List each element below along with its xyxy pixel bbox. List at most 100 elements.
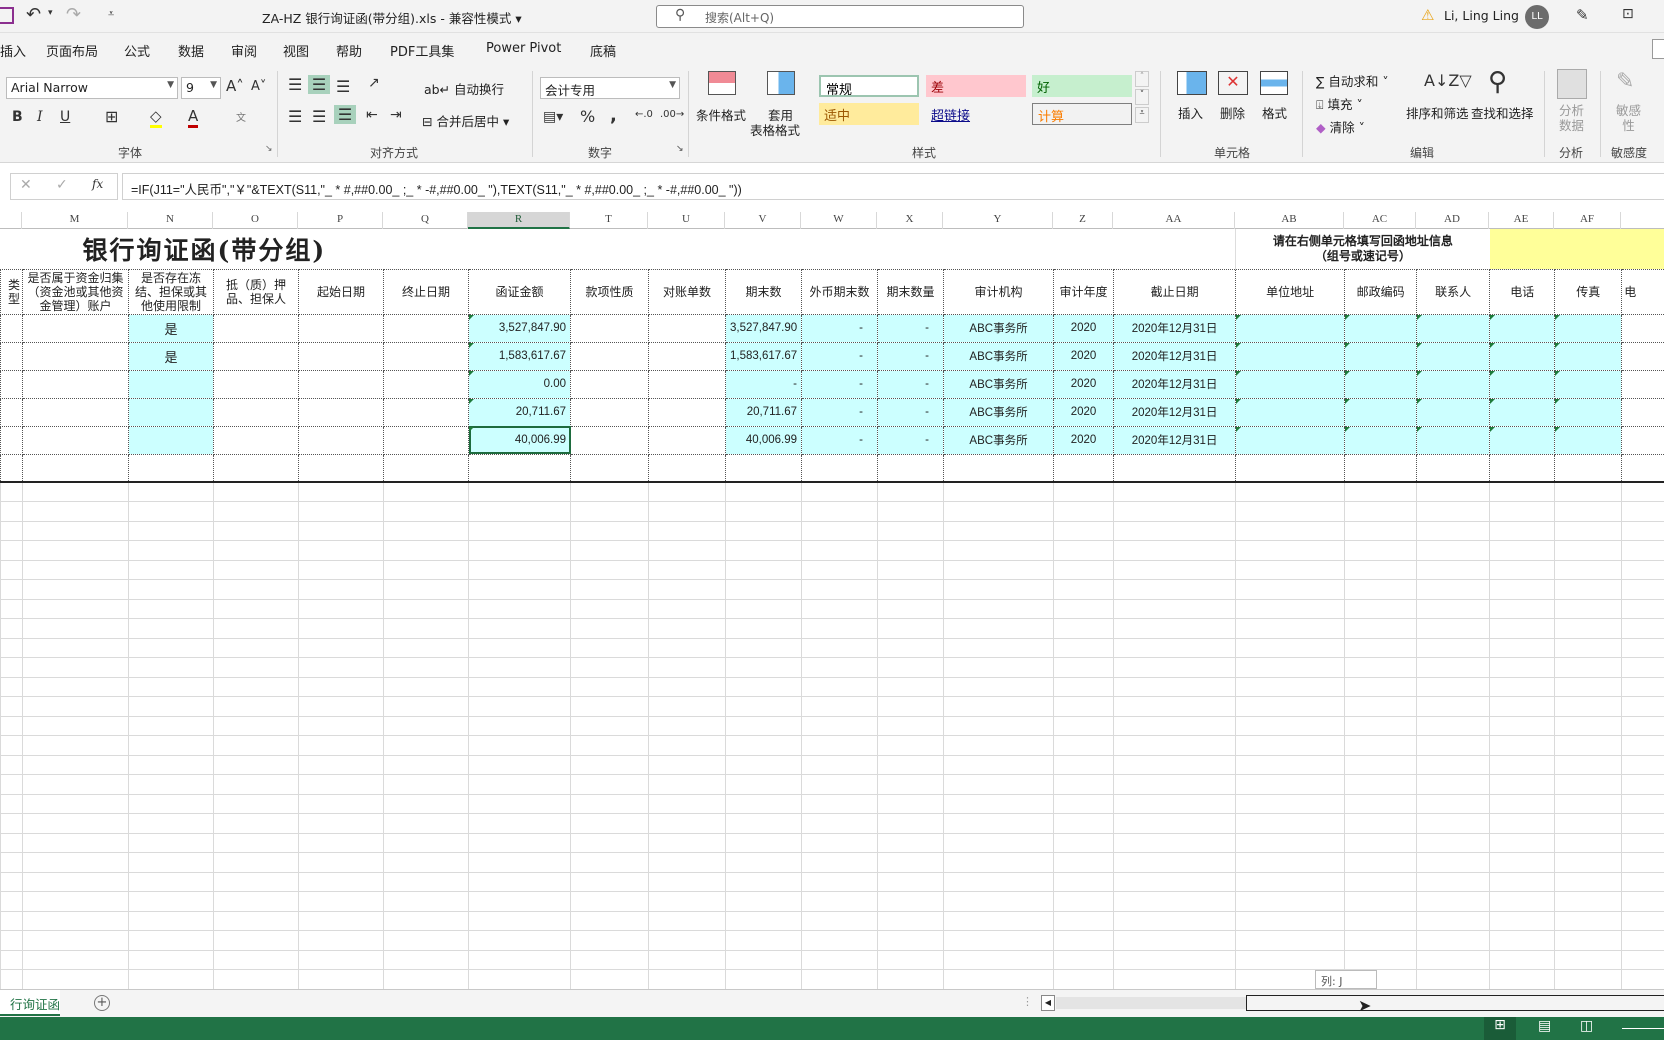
cell[interactable] bbox=[877, 754, 944, 775]
cell-W3[interactable]: - bbox=[801, 369, 878, 399]
cell[interactable] bbox=[943, 520, 1054, 541]
cell[interactable] bbox=[1621, 930, 1664, 951]
cell[interactable] bbox=[801, 454, 878, 483]
cell-V4[interactable]: 20,711.67 bbox=[725, 397, 802, 427]
cell-2[interactable] bbox=[0, 341, 23, 371]
cell[interactable] bbox=[801, 715, 878, 736]
cell[interactable] bbox=[801, 754, 878, 775]
cell[interactable] bbox=[298, 481, 384, 502]
cell[interactable] bbox=[1053, 891, 1114, 912]
cell[interactable] bbox=[22, 540, 129, 561]
cell[interactable] bbox=[1235, 618, 1346, 639]
sheet-title-cell[interactable]: 银行询证函(带分组) bbox=[23, 229, 1236, 269]
cell-U4[interactable] bbox=[648, 397, 726, 427]
cell[interactable] bbox=[1053, 754, 1114, 775]
cell[interactable] bbox=[383, 871, 469, 892]
cell-AA4[interactable]: 2020年12月31日 bbox=[1112, 397, 1237, 427]
redo-icon[interactable]: ↷ bbox=[66, 4, 81, 25]
cell[interactable] bbox=[1053, 696, 1114, 717]
cell[interactable] bbox=[1344, 910, 1418, 931]
cell-AB1[interactable] bbox=[1235, 313, 1346, 343]
cell[interactable] bbox=[128, 481, 214, 502]
cell[interactable] bbox=[943, 715, 1054, 736]
cell[interactable] bbox=[1554, 949, 1623, 970]
header-cell[interactable]: 审计机构 bbox=[943, 268, 1054, 315]
cell[interactable] bbox=[570, 657, 649, 678]
cell[interactable] bbox=[383, 540, 469, 561]
cell-AB5[interactable] bbox=[1235, 425, 1346, 455]
cell-U1[interactable] bbox=[648, 313, 726, 343]
cell[interactable] bbox=[468, 618, 571, 639]
cell[interactable] bbox=[877, 930, 944, 951]
gallery-up-icon[interactable]: ˄ bbox=[1135, 71, 1149, 87]
cell[interactable] bbox=[877, 832, 944, 853]
cell[interactable] bbox=[877, 910, 944, 931]
cell[interactable] bbox=[801, 871, 878, 892]
cell[interactable] bbox=[877, 540, 944, 561]
cell[interactable] bbox=[648, 696, 726, 717]
cell[interactable] bbox=[468, 930, 571, 951]
comments-button[interactable] bbox=[1652, 39, 1664, 59]
cell[interactable] bbox=[383, 520, 469, 541]
cell[interactable] bbox=[725, 696, 802, 717]
increase-decimal-icon[interactable]: ←.0 bbox=[635, 109, 653, 120]
cell[interactable] bbox=[1112, 891, 1237, 912]
cell[interactable] bbox=[1235, 520, 1346, 541]
cell[interactable] bbox=[128, 637, 214, 658]
cell[interactable] bbox=[0, 501, 23, 522]
cell[interactable] bbox=[383, 559, 469, 580]
cell[interactable] bbox=[1112, 735, 1237, 756]
enter-icon[interactable]: ✓ bbox=[56, 177, 68, 193]
cell[interactable] bbox=[1416, 774, 1491, 795]
underline-icon[interactable]: U bbox=[60, 109, 70, 125]
cell-M3[interactable] bbox=[22, 369, 129, 399]
cell-Q2[interactable] bbox=[383, 341, 469, 371]
cell[interactable] bbox=[0, 969, 23, 989]
cell[interactable] bbox=[1112, 813, 1237, 834]
cell[interactable] bbox=[877, 618, 944, 639]
cell[interactable] bbox=[1489, 891, 1556, 912]
cell-P4[interactable] bbox=[298, 397, 384, 427]
cell[interactable] bbox=[725, 735, 802, 756]
cell[interactable] bbox=[0, 579, 23, 600]
cell[interactable] bbox=[801, 910, 878, 931]
cell[interactable] bbox=[22, 852, 129, 873]
cell[interactable] bbox=[943, 657, 1054, 678]
cell[interactable] bbox=[0, 454, 23, 483]
cell[interactable] bbox=[468, 676, 571, 697]
cell[interactable] bbox=[1554, 930, 1623, 951]
cell-AD5[interactable] bbox=[1416, 425, 1491, 455]
align-right-icon[interactable]: ☰ bbox=[334, 105, 356, 124]
cell[interactable] bbox=[943, 891, 1054, 912]
cell[interactable] bbox=[570, 715, 649, 736]
cell[interactable] bbox=[22, 969, 129, 989]
cell[interactable] bbox=[1053, 454, 1114, 483]
cell-Z2[interactable]: 2020 bbox=[1053, 341, 1114, 371]
cell[interactable] bbox=[1621, 715, 1664, 736]
comma-style-icon[interactable]: , bbox=[610, 105, 617, 126]
cell[interactable] bbox=[22, 930, 129, 951]
cell[interactable] bbox=[383, 852, 469, 873]
cell[interactable] bbox=[468, 793, 571, 814]
cell[interactable] bbox=[648, 891, 726, 912]
cell[interactable] bbox=[383, 579, 469, 600]
cell-AF4[interactable] bbox=[1554, 397, 1623, 427]
cell-style-2[interactable]: 好 bbox=[1032, 75, 1132, 97]
cell[interactable] bbox=[1489, 735, 1556, 756]
cell[interactable] bbox=[1112, 598, 1237, 619]
header-cell[interactable]: 函证金额 bbox=[468, 268, 571, 315]
cell[interactable] bbox=[468, 832, 571, 853]
cell[interactable] bbox=[1554, 793, 1623, 814]
cell[interactable] bbox=[1053, 618, 1114, 639]
cell[interactable] bbox=[298, 657, 384, 678]
cell[interactable] bbox=[943, 813, 1054, 834]
cell-AF2[interactable] bbox=[1554, 341, 1623, 371]
cell[interactable] bbox=[22, 793, 129, 814]
cell[interactable] bbox=[1053, 715, 1114, 736]
column-header-Y[interactable]: Y bbox=[943, 212, 1053, 229]
cell[interactable] bbox=[1112, 715, 1237, 736]
cell[interactable] bbox=[1235, 637, 1346, 658]
cell[interactable] bbox=[648, 871, 726, 892]
cell[interactable] bbox=[128, 774, 214, 795]
cell-AD4[interactable] bbox=[1416, 397, 1491, 427]
